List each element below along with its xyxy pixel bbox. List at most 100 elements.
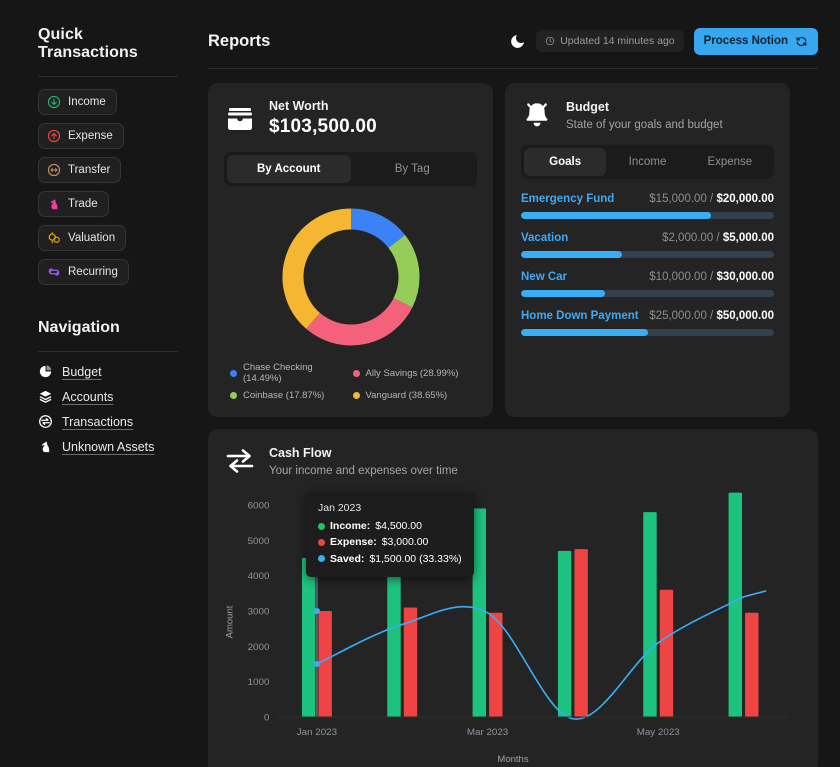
transfer-circle-icon [38, 414, 53, 429]
budget-subtitle: State of your goals and budget [566, 119, 723, 131]
quick-transaction-trade-button[interactable]: Trade [38, 191, 109, 217]
bar-expense[interactable] [318, 611, 331, 717]
sidebar: Quick Transactions IncomeExpenseTransfer… [0, 0, 200, 767]
chess-knight-icon [38, 439, 53, 454]
goal-target: $50,000.00 [716, 310, 774, 322]
goal-progress-fill [521, 251, 622, 258]
legend-label: Vanguard (38.65%) [366, 390, 448, 401]
bar-income[interactable] [558, 551, 571, 717]
navigation-divider [38, 351, 178, 352]
sidebar-item-budget[interactable]: Budget [38, 364, 178, 379]
net-worth-header: Net Worth $103,500.00 [208, 83, 493, 150]
legend-color-dot [353, 370, 360, 377]
tooltip-row-value: $1,500.00 (33.33%) [369, 551, 461, 567]
net-worth-card: Net Worth $103,500.00 By AccountBy Tag C… [208, 83, 493, 417]
goal-progress-fill [521, 329, 648, 336]
bar-income[interactable] [387, 563, 400, 717]
bar-expense[interactable] [660, 590, 673, 717]
app-root: Quick Transactions IncomeExpenseTransfer… [0, 0, 840, 767]
goal-current: $25,000.00 [649, 310, 707, 322]
sidebar-item-label: Budget [62, 365, 102, 379]
legend-color-dot [230, 392, 237, 399]
bar-income[interactable] [302, 558, 315, 717]
goal-separator: / [707, 193, 717, 205]
sidebar-item-label: Unknown Assets [62, 440, 154, 454]
y-tick-label: 4000 [248, 571, 270, 582]
tab-expense[interactable]: Expense [689, 148, 771, 176]
sidebar-divider [38, 76, 178, 77]
arrow-down-circle-icon [47, 95, 61, 109]
legend-item: Ally Savings (28.99%) [353, 362, 476, 384]
cash-flow-subtitle: Your income and expenses over time [269, 465, 458, 477]
quick-transaction-recurring-button[interactable]: Recurring [38, 259, 129, 285]
wallet-icon [224, 103, 256, 135]
donut-slice[interactable] [313, 303, 403, 335]
main-content: Reports Updated 14 minutes ago Process N… [200, 0, 840, 767]
tooltip-color-dot [318, 523, 325, 530]
goal-name: Home Down Payment [521, 310, 639, 322]
tooltip-row-value: $4,500.00 [375, 518, 422, 534]
y-axis-label: Amount [225, 606, 236, 639]
bar-expense[interactable] [489, 613, 502, 717]
cards-row: Net Worth $103,500.00 By AccountBy Tag C… [208, 83, 818, 417]
process-notion-button[interactable]: Process Notion [694, 28, 818, 55]
y-tick-label: 2000 [248, 642, 270, 653]
goal-progress-track [521, 290, 774, 297]
status-badge: Updated 14 minutes ago [536, 30, 683, 52]
goal-progress-track [521, 212, 774, 219]
goal-current: $15,000.00 [649, 193, 707, 205]
legend-item: Coinbase (17.87%) [230, 390, 353, 401]
chart-tooltip: Jan 2023 Income:$4,500.00Expense:$3,000.… [306, 493, 474, 577]
sidebar-item-label: Accounts [62, 390, 113, 404]
x-axis-label: Months [224, 754, 802, 765]
quick-transaction-expense-button[interactable]: Expense [38, 123, 124, 149]
sidebar-item-transactions[interactable]: Transactions [38, 414, 178, 429]
tab-by-tag[interactable]: By Tag [351, 155, 475, 183]
legend-label: Ally Savings (28.99%) [366, 368, 459, 379]
donut-slice[interactable] [396, 241, 408, 302]
goal-item: New Car $10,000.00 / $30,000.00 [521, 271, 774, 297]
header-divider [208, 68, 818, 69]
bar-expense[interactable] [745, 613, 758, 717]
goal-separator: / [707, 310, 717, 322]
process-notion-label: Process Notion [704, 35, 788, 47]
quick-transaction-valuation-button[interactable]: Valuation [38, 225, 126, 251]
cash-flow-body: Amount 0100020003000400050006000Jan 2023… [208, 489, 818, 767]
tab-income[interactable]: Income [606, 148, 688, 176]
donut-slice[interactable] [293, 219, 351, 321]
layers-icon [38, 389, 53, 404]
tooltip-row-label: Income: [330, 518, 370, 534]
goal-name: Vacation [521, 232, 568, 244]
sidebar-item-accounts[interactable]: Accounts [38, 389, 178, 404]
moon-icon[interactable] [509, 33, 526, 50]
bar-income[interactable] [643, 512, 656, 717]
legend-color-dot [230, 370, 237, 377]
tab-goals[interactable]: Goals [524, 148, 606, 176]
quick-transaction-label: Transfer [68, 164, 110, 176]
tab-by-account[interactable]: By Account [227, 155, 351, 183]
sidebar-item-unknown-assets[interactable]: Unknown Assets [38, 439, 178, 454]
legend-color-dot [353, 392, 360, 399]
tooltip-row-label: Saved: [330, 551, 364, 567]
donut-slice[interactable] [351, 219, 397, 241]
bar-income[interactable] [729, 493, 742, 717]
quick-transaction-income-button[interactable]: Income [38, 89, 117, 115]
quick-transaction-transfer-button[interactable]: Transfer [38, 157, 121, 183]
net-worth-donut-chart [208, 186, 493, 358]
bar-income[interactable] [473, 509, 486, 717]
coins-icon [47, 231, 61, 245]
goal-target: $5,000.00 [723, 232, 774, 244]
tooltip-row-value: $3,000.00 [382, 534, 429, 550]
tooltip-row: Expense:$3,000.00 [318, 534, 462, 550]
cash-flow-chart[interactable]: Amount 0100020003000400050006000Jan 2023… [224, 491, 802, 753]
clock-icon [545, 36, 555, 46]
top-bar-actions: Updated 14 minutes ago Process Notion [509, 28, 818, 55]
navigation-list: Budget Accounts Transactions Unknown Assets [38, 364, 178, 454]
budget-card: Budget State of your goals and budget Go… [505, 83, 790, 417]
budget-header: Budget State of your goals and budget [505, 83, 790, 143]
bar-expense[interactable] [574, 549, 587, 717]
tooltip-color-dot [318, 555, 325, 562]
goal-separator: / [707, 271, 717, 283]
sidebar-item-label: Transactions [62, 415, 133, 429]
goal-name: Emergency Fund [521, 193, 614, 205]
